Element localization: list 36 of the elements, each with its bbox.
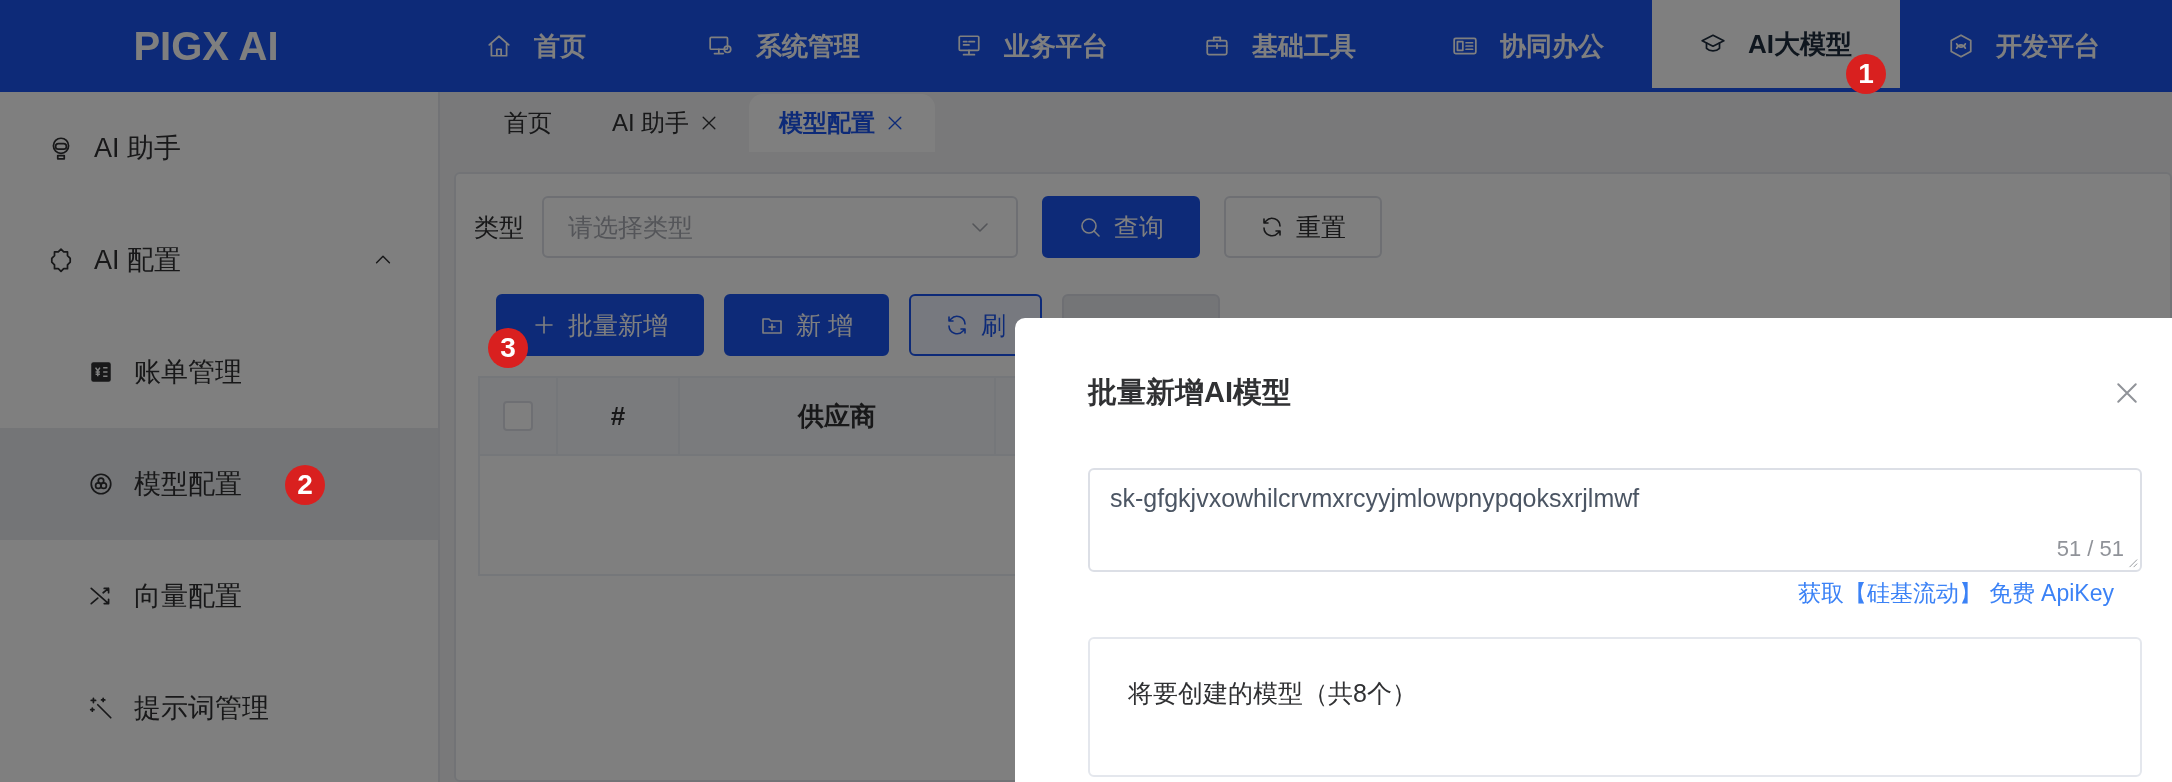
nav-menu-item[interactable]: 协同办公 xyxy=(1404,0,1652,92)
api-key-link[interactable]: 获取【硅基流动】 免费 ApiKey xyxy=(1798,578,2114,609)
nav-menu-item[interactable]: 业务平台 xyxy=(908,0,1156,92)
search-button[interactable]: 查询 xyxy=(1042,196,1200,258)
sidebar-item[interactable]: 向量配置 xyxy=(0,540,438,652)
reset-button[interactable]: 重置 xyxy=(1224,196,1382,258)
sidebar-item[interactable]: AI 配置 xyxy=(0,204,438,316)
page-tab[interactable]: 首页 xyxy=(474,94,582,152)
logo-text: PIGX AI xyxy=(132,22,280,70)
ledger-icon xyxy=(88,359,114,385)
briefcase-icon xyxy=(1204,33,1230,59)
sidebar-item[interactable]: 提示词管理 xyxy=(0,652,438,764)
sidebar-item[interactable]: 账单管理 xyxy=(0,316,438,428)
models-heading: 将要创建的模型（共8个） xyxy=(1128,678,1418,709)
sidebar-item[interactable]: AI 助手 xyxy=(0,92,438,204)
refresh-icon xyxy=(1260,215,1284,239)
magic-wand-icon xyxy=(88,695,114,721)
hexagon-icon xyxy=(1948,33,1974,59)
home-icon xyxy=(486,33,512,59)
column-header: 供应商 xyxy=(680,378,996,454)
dialog-title: 批量新增AI模型 xyxy=(1088,375,1291,410)
add-button[interactable]: 新 增 xyxy=(724,294,889,356)
plus-icon xyxy=(532,313,556,337)
nav-menu-item[interactable]: 首页 xyxy=(412,0,660,92)
nav-menu-item[interactable]: 开发平台 xyxy=(1900,0,2148,92)
character-counter: 51 / 51 xyxy=(2056,536,2124,562)
page-tab[interactable]: 模型配置 xyxy=(749,94,936,152)
monitor-icon xyxy=(956,33,982,59)
nav-menu-item[interactable]: 基础工具 xyxy=(1156,0,1404,92)
api-key-field[interactable]: sk-gfgkjvxowhilcrvmxrcyyjmlowpnypqoksxrjlmwf 51 / 51 xyxy=(1088,468,2142,572)
search-icon xyxy=(1078,215,1102,239)
field-label: 类型 xyxy=(474,211,524,243)
page-tab[interactable]: AI 助手 xyxy=(582,94,750,152)
circles-icon xyxy=(88,471,114,497)
nav-menu-item[interactable]: 系统管理 xyxy=(660,0,908,92)
column-header: # xyxy=(558,378,680,454)
